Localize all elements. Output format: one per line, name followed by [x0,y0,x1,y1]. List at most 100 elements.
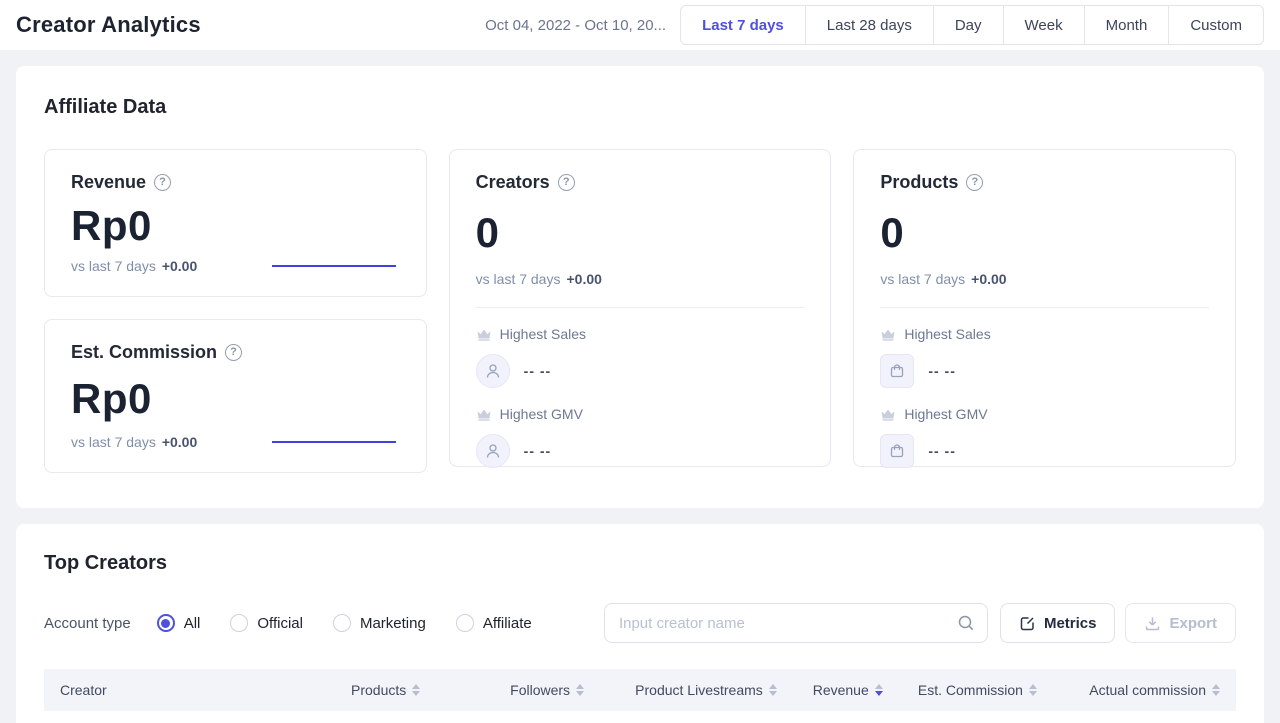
creator-search [604,603,988,643]
creator-search-input[interactable] [604,603,988,643]
compare-label: vs last 7 days [71,434,156,450]
revenue-card: Revenue ? Rp0 vs last 7 days +0.00 [44,149,427,297]
column-header-products[interactable]: Products [295,682,420,698]
products-card: Products ? 0 vs last 7 days +0.00 Highes… [853,149,1236,467]
help-icon[interactable]: ? [966,174,983,191]
section-title-top-creators: Top Creators [44,552,1236,575]
avatar [476,354,510,388]
filter-row: Account type All Official Marketing Affi… [44,603,1236,643]
crown-icon [476,328,492,341]
help-icon[interactable]: ? [154,174,171,191]
column-header-est-commission[interactable]: Est. Commission [883,682,1037,698]
metrics-button[interactable]: Metrics [1000,603,1116,643]
highest-sales-label: Highest Sales [500,326,586,342]
revenue-compare-row: vs last 7 days +0.00 [71,258,400,274]
metrics-button-label: Metrics [1044,615,1097,632]
column-label: Creator [60,682,107,698]
highest-gmv-label: Highest GMV [904,406,987,422]
creators-card: Creators ? 0 vs last 7 days +0.00 Highes… [449,149,832,467]
sort-icon[interactable] [1212,684,1220,696]
date-range-tabs: Last 7 days Last 28 days Day Week Month … [680,5,1264,45]
radio-account-type-affiliate[interactable]: Affiliate [456,614,532,632]
radio-account-type-marketing[interactable]: Marketing [333,614,426,632]
products-value: 0 [880,209,1209,257]
sort-icon[interactable] [412,684,420,696]
est-commission-compare-row: vs last 7 days +0.00 [71,434,400,450]
creators-value: 0 [476,209,805,257]
top-creators-panel: Top Creators Account type All Official M… [16,524,1264,723]
compare-value: +0.00 [971,271,1006,287]
radio-account-type-official[interactable]: Official [230,614,303,632]
sort-icon[interactable] [769,684,777,696]
empty-value: -- -- [928,443,956,459]
page-content: Affiliate Data Revenue ? Rp0 vs last 7 d… [0,50,1280,723]
compare-value: +0.00 [566,271,601,287]
radio-button-icon[interactable] [230,614,248,632]
est-commission-sparkline [272,441,396,443]
sort-icon[interactable] [576,684,584,696]
est-commission-card-header: Est. Commission ? [71,342,400,363]
avatar [476,434,510,468]
metric-cards-grid: Revenue ? Rp0 vs last 7 days +0.00 Est. … [44,149,1236,473]
export-button-label: Export [1169,615,1217,632]
radio-button-icon[interactable] [157,614,175,632]
highest-gmv-entity: -- -- [880,434,1209,468]
affiliate-data-panel: Affiliate Data Revenue ? Rp0 vs last 7 d… [16,66,1264,508]
edit-square-icon [1019,615,1036,632]
creators-title: Creators [476,172,550,193]
product-placeholder [880,354,914,388]
radio-label: Affiliate [483,615,532,632]
sort-icon[interactable] [1029,684,1037,696]
products-card-header: Products ? [880,172,1209,193]
tab-last-28-days[interactable]: Last 28 days [806,5,934,45]
account-type-label: Account type [44,615,131,632]
search-icon[interactable] [956,613,976,633]
sort-icon-active-desc[interactable] [875,684,883,696]
revenue-sparkline [272,265,396,267]
topbar: Creator Analytics Oct 04, 2022 - Oct 10,… [0,0,1280,50]
column-header-followers[interactable]: Followers [420,682,584,698]
radio-button-icon[interactable] [333,614,351,632]
highest-gmv-label-row: Highest GMV [476,406,805,422]
empty-value: -- -- [928,363,956,379]
est-commission-value: Rp0 [71,375,400,423]
highest-sales-label: Highest Sales [904,326,990,342]
download-icon [1144,615,1161,632]
column-label: Followers [510,682,570,698]
product-placeholder [880,434,914,468]
creators-compare-row: vs last 7 days +0.00 [476,271,805,287]
est-commission-title: Est. Commission [71,342,217,363]
radio-button-icon[interactable] [456,614,474,632]
page-title: Creator Analytics [16,12,201,38]
radio-account-type-all[interactable]: All [157,614,201,632]
crown-icon [476,408,492,421]
compare-label: vs last 7 days [476,271,561,287]
column-label: Products [351,682,406,698]
products-compare-row: vs last 7 days +0.00 [880,271,1209,287]
compare-label: vs last 7 days [71,258,156,274]
column-header-revenue[interactable]: Revenue [777,682,883,698]
crown-icon [880,408,896,421]
crown-icon [880,328,896,341]
tab-week[interactable]: Week [1004,5,1085,45]
metric-column-left: Revenue ? Rp0 vs last 7 days +0.00 Est. … [44,149,427,473]
highest-sales-label-row: Highest Sales [476,326,805,342]
column-header-product-livestreams[interactable]: Product Livestreams [584,682,777,698]
help-icon[interactable]: ? [225,344,242,361]
tab-custom[interactable]: Custom [1169,5,1264,45]
card-divider [476,307,805,308]
export-button[interactable]: Export [1125,603,1236,643]
revenue-title: Revenue [71,172,146,193]
highest-gmv-entity: -- -- [476,434,805,468]
tab-month[interactable]: Month [1085,5,1170,45]
table-body-row [44,711,1236,723]
column-header-actual-commission[interactable]: Actual commission [1037,682,1220,698]
help-icon[interactable]: ? [558,174,575,191]
tab-last-7-days[interactable]: Last 7 days [680,5,806,45]
column-label: Revenue [813,682,869,698]
column-header-creator: Creator [60,682,295,698]
creators-card-header: Creators ? [476,172,805,193]
highest-sales-label-row: Highest Sales [880,326,1209,342]
highest-sales-entity: -- -- [476,354,805,388]
tab-day[interactable]: Day [934,5,1004,45]
